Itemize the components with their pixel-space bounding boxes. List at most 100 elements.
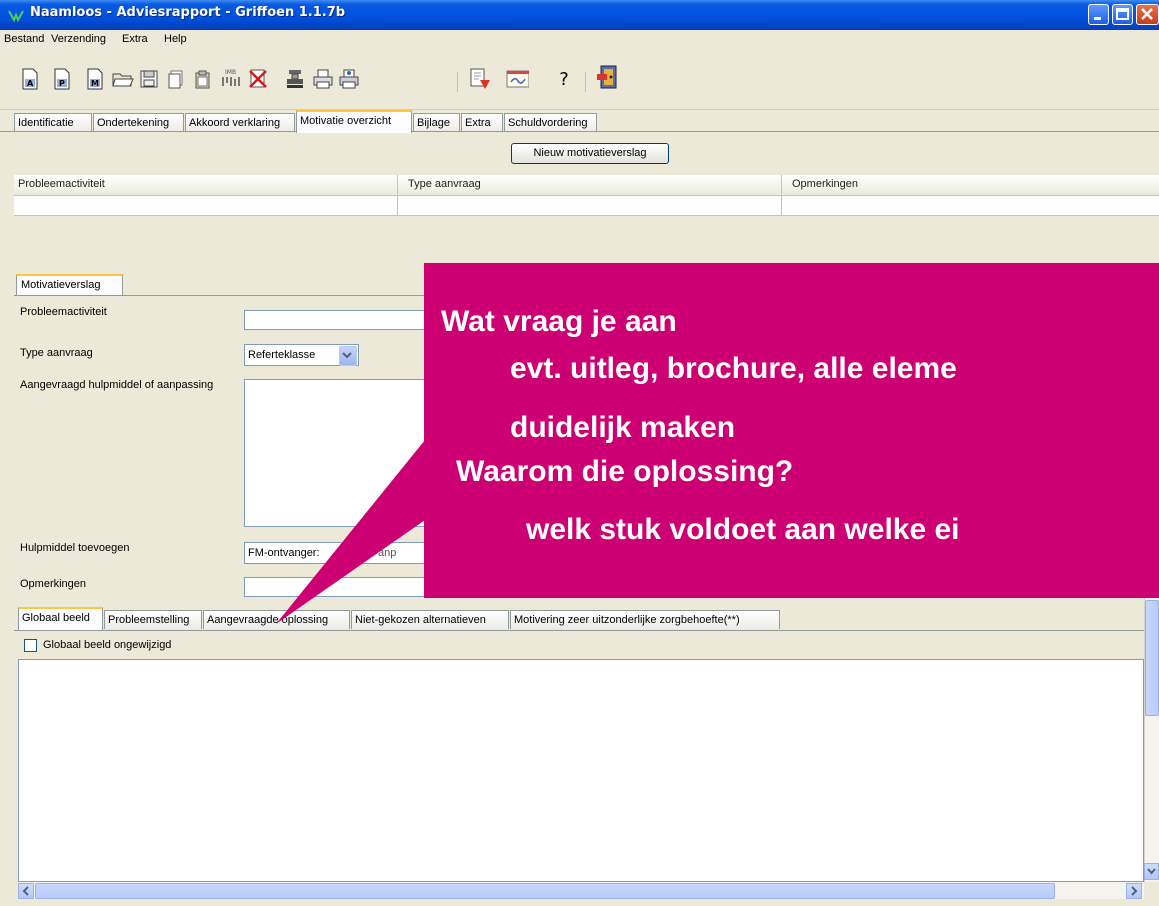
app-icon [8,10,24,23]
tab-identificatie[interactable]: Identificatie [14,113,92,132]
save-button[interactable] [137,67,161,91]
print-preview-button[interactable] [337,67,361,91]
exit-door-icon [597,65,617,89]
barcode-icon: IMB [222,69,240,86]
tab-probleemstelling[interactable]: Probleemstelling [104,610,202,629]
label-hulpmiddel-toevoegen: Hulpmiddel toevoegen [20,542,130,554]
dropdown-button[interactable] [339,346,357,366]
horizontal-scroll-thumb[interactable] [35,883,1055,899]
send-document-icon [470,68,490,89]
scroll-down-button[interactable] [1144,863,1159,880]
svg-text:A: A [27,79,34,88]
printer-icon [313,69,333,89]
window-titlebar[interactable]: Naamloos - Adviesrapport - Griffoen 1.1.… [0,0,1159,30]
floppy-icon [140,70,158,88]
chevron-down-icon [342,352,352,359]
label-aangevraagd-hulpmiddel: Aangevraagd hulpmiddel of aanpassing [20,379,214,391]
menu-verzending[interactable]: Verzending [51,33,106,45]
scroll-left-button[interactable] [18,883,34,899]
minimize-icon [1094,17,1101,20]
column-header-type-aanvraag[interactable]: Type aanvraag [408,178,481,190]
callout-line-4: Waarom die oplossing? [456,455,794,488]
tab-extra[interactable]: Extra [461,113,503,132]
tab-niet-gekozen-alternatieven[interactable]: Niet-gekozen alternatieven [351,610,509,629]
exit-button[interactable] [595,64,621,90]
menu-extra[interactable]: Extra [122,33,148,45]
help-icon: ? [559,68,569,90]
copy-icon [168,70,183,89]
motivation-section-tabs: Globaal beeld Probleemstelling Aangevraa… [14,607,1159,632]
clipboard-icon [195,70,210,89]
close-icon [1141,8,1153,20]
scroll-right-button[interactable] [1126,883,1142,899]
globaal-beeld-panel [14,630,1144,660]
chevron-down-icon [1147,868,1156,875]
column-header-opmerkingen[interactable]: Opmerkingen [792,178,858,190]
label-opmerkingen: Opmerkingen [20,578,87,590]
column-header-probleemactiviteit[interactable]: Probleemactiviteit [18,178,105,190]
minimize-button[interactable] [1088,4,1109,25]
globaal-beeld-ongewijzigd-checkbox[interactable] [24,639,37,652]
menu-help[interactable]: Help [164,33,187,45]
close-button[interactable] [1136,4,1159,25]
tab-akkoord-verklaring[interactable]: Akkoord verklaring [185,113,295,132]
tab-motivatie-overzicht[interactable]: Motivatie overzicht [296,110,412,133]
tab-globaal-beeld[interactable]: Globaal beeld [18,607,103,630]
main-tabs: Identificatie Ondertekening Akkoord verk… [0,110,1159,133]
hulpmiddel-toevoegen-value-tail: anp [378,547,397,559]
type-aanvraag-value: Referteklasse [248,349,316,361]
table-row[interactable] [14,196,1159,216]
open-button[interactable] [111,67,135,91]
probleemactiviteit-input[interactable] [244,310,434,330]
column-divider [781,196,782,216]
callout-line-3: duidelijk maken [510,411,736,444]
tab-motivering-zorgbehoefte[interactable]: Motivering zeer uitzonderlijke zorgbehoe… [510,610,780,629]
document-a-icon: A [22,68,38,90]
stamp-button[interactable] [283,67,307,91]
print-button[interactable] [311,67,335,91]
tab-bijlage[interactable]: Bijlage [413,113,460,132]
type-aanvraag-select[interactable]: Referteklasse [244,344,359,366]
toolbar-separator [457,72,458,92]
sign-button[interactable] [505,67,529,91]
hulpmiddel-toevoegen-select[interactable]: FM-ontvanger: anp [244,542,434,564]
vertical-scroll-thumb[interactable] [1145,600,1159,716]
paste-button[interactable] [191,67,215,91]
hulpmiddel-toevoegen-value: FM-ontvanger: [248,547,320,559]
maximize-button[interactable] [1112,4,1133,25]
folder-icon [112,73,134,87]
hulpmiddel-textarea[interactable] [244,379,434,527]
document-m-icon: M [87,68,103,90]
report-a-button[interactable]: A [18,67,42,91]
copy-button[interactable] [164,67,188,91]
report-p-button[interactable]: P [50,67,74,91]
imb-button[interactable]: IMB [218,67,242,91]
send-button[interactable] [468,67,492,91]
signature-icon [506,70,529,88]
window-title: Naamloos - Adviesrapport - Griffoen 1.1.… [30,5,346,20]
report-m-button[interactable]: M [83,67,107,91]
chevron-left-icon [22,886,29,896]
toolbar: A P M IMB ? [0,50,1159,110]
document-p-icon: P [54,68,70,90]
delete-button[interactable] [246,67,270,91]
tab-motivatieverslag[interactable]: Motivatieverslag [16,274,123,296]
tab-ondertekening[interactable]: Ondertekening [93,113,184,132]
column-divider [397,175,398,196]
stamp-icon [287,70,303,88]
new-motivatieverslag-button[interactable]: Nieuw motivatieverslag [511,143,669,164]
menu-bar: Bestand Verzending Extra Help [0,30,1159,50]
label-type-aanvraag: Type aanvraag [20,347,93,359]
toolbar-separator [585,72,586,92]
label-probleemactiviteit: Probleemactiviteit [20,306,107,318]
svg-text:IMB: IMB [225,69,236,76]
tab-schuldvordering[interactable]: Schuldvordering [504,113,597,132]
maximize-icon [1116,8,1129,20]
help-button[interactable]: ? [552,67,576,91]
menu-bestand[interactable]: Bestand [4,33,44,45]
globaal-beeld-textarea[interactable] [18,659,1144,882]
delete-document-icon [249,69,267,88]
opmerkingen-input[interactable] [244,577,434,597]
chevron-right-icon [1131,886,1138,896]
tab-aangevraagde-oplossing[interactable]: Aangevraagde oplossing [203,610,350,629]
